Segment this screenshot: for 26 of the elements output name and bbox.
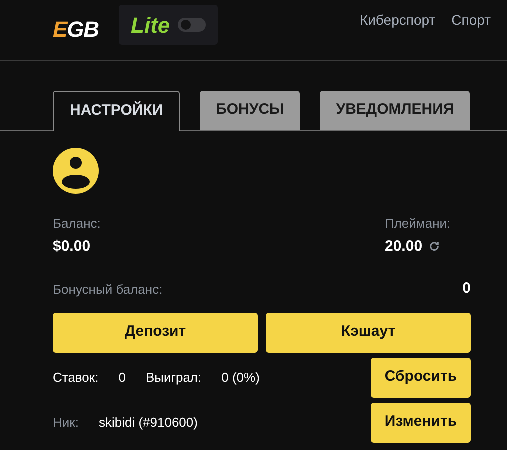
bets-label: Ставок: [53,368,99,387]
change-button[interactable]: Изменить [371,402,471,442]
won-value: 0 (0%) [222,368,260,387]
nav-link[interactable]: Спорт [452,10,491,30]
balance-label: Баланс: [53,215,101,233]
action-button[interactable]: Кэшаут [266,312,471,352]
logo[interactable]: EGB [53,19,100,41]
bonus-balance-value: 0 [462,279,471,299]
won-label: Выиграл: [146,368,202,387]
bets-value: 0 [118,368,126,387]
balance-value: $0.00 [53,236,92,256]
nav-link[interactable]: Киберспорт [360,10,436,30]
tab[interactable]: БОНУСЫ [200,91,300,130]
lite-switch[interactable] [178,18,206,32]
reset-button[interactable]: Сбросить [371,358,471,398]
playmoney-label: Плеймани: [385,215,452,233]
nick-label: Ник: [53,414,79,432]
tab[interactable]: НАСТРОЙКИ [53,91,180,131]
avatar-icon [53,148,99,194]
bonus-balance-label: Бонусный баланс: [53,280,163,299]
lite-label: Lite [131,12,170,40]
tab[interactable]: УВЕДОМЛЕНИЯ [320,91,470,130]
playmoney-value: 20.00 [385,236,423,256]
action-button[interactable]: Депозит [53,312,258,352]
refresh-icon[interactable] [428,241,440,252]
nick-value: skibidi (#910600) [98,414,198,432]
